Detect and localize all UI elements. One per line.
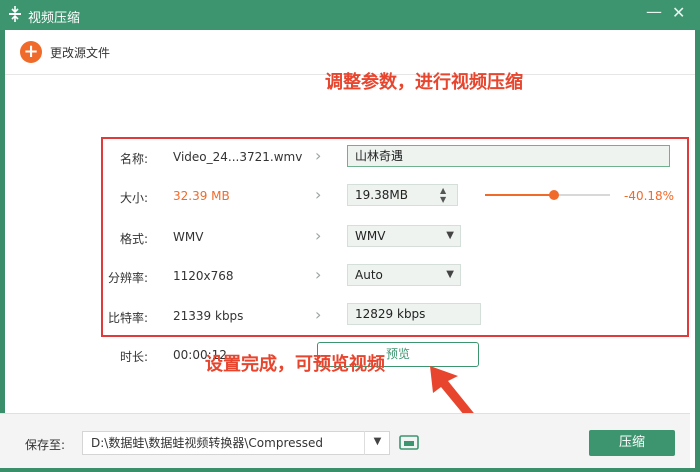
format-select[interactable]: WMV ▼ (347, 225, 461, 247)
caret-down-icon: ▼ (446, 230, 454, 241)
bitrate-label: 比特率: (107, 311, 148, 325)
minimize-icon[interactable]: — (646, 2, 662, 21)
source-resolution: 1120x768 (173, 269, 234, 283)
resolution-label: 分辨率: (107, 271, 148, 285)
format-label: 格式: (119, 232, 148, 246)
output-bitrate-input[interactable]: 12829 kbps (347, 303, 481, 325)
save-path-field[interactable]: D:\数据蛙\数据蛙视频转换器\Compressed (82, 431, 390, 455)
source-format: WMV (173, 230, 204, 244)
caret-down-icon: ▼ (446, 269, 454, 280)
size-slider-fill (485, 194, 554, 196)
size-slider-track[interactable] (485, 194, 610, 196)
duration-label: 时长: (119, 350, 148, 364)
title-bar: 视频压缩 — ✕ (0, 0, 700, 30)
output-name-input[interactable]: 山林奇遇 (347, 145, 670, 167)
compress-button[interactable]: 压缩 (589, 430, 675, 456)
source-bitrate: 21339 kbps (173, 309, 244, 323)
resolution-select[interactable]: Auto ▼ (347, 264, 461, 286)
open-folder-icon[interactable] (399, 434, 419, 450)
add-icon[interactable]: + (20, 41, 42, 63)
chevron-right-icon: › (315, 226, 322, 245)
name-label: 名称: (119, 152, 148, 166)
chevron-right-icon: › (315, 185, 322, 204)
change-source-button[interactable]: 更改源文件 (50, 44, 110, 61)
size-label: 大小: (119, 191, 148, 205)
close-icon[interactable]: ✕ (672, 3, 685, 22)
chevron-right-icon: › (315, 146, 322, 165)
annotation-top: 调整参数，进行视频压缩 (325, 72, 523, 93)
compress-app-icon (9, 6, 21, 22)
source-size: 32.39 MB (173, 189, 230, 203)
save-to-label: 保存至: (25, 438, 66, 452)
path-dropdown-icon[interactable]: ▼ (364, 431, 390, 455)
size-slider-knob[interactable] (548, 190, 559, 200)
size-reduction-percent: -40.18% (624, 189, 675, 203)
format-select-value: WMV (355, 229, 386, 243)
annotation-bottom: 设置完成，可预览视频 (205, 354, 385, 375)
chevron-right-icon: › (315, 265, 322, 284)
chevron-right-icon: › (315, 305, 322, 324)
window-title: 视频压缩 (28, 11, 81, 26)
stepper-arrows-icon[interactable]: ▲ ▼ (440, 186, 446, 204)
source-name: Video_24...3721.wmv (173, 150, 303, 164)
resolution-select-value: Auto (355, 268, 383, 282)
